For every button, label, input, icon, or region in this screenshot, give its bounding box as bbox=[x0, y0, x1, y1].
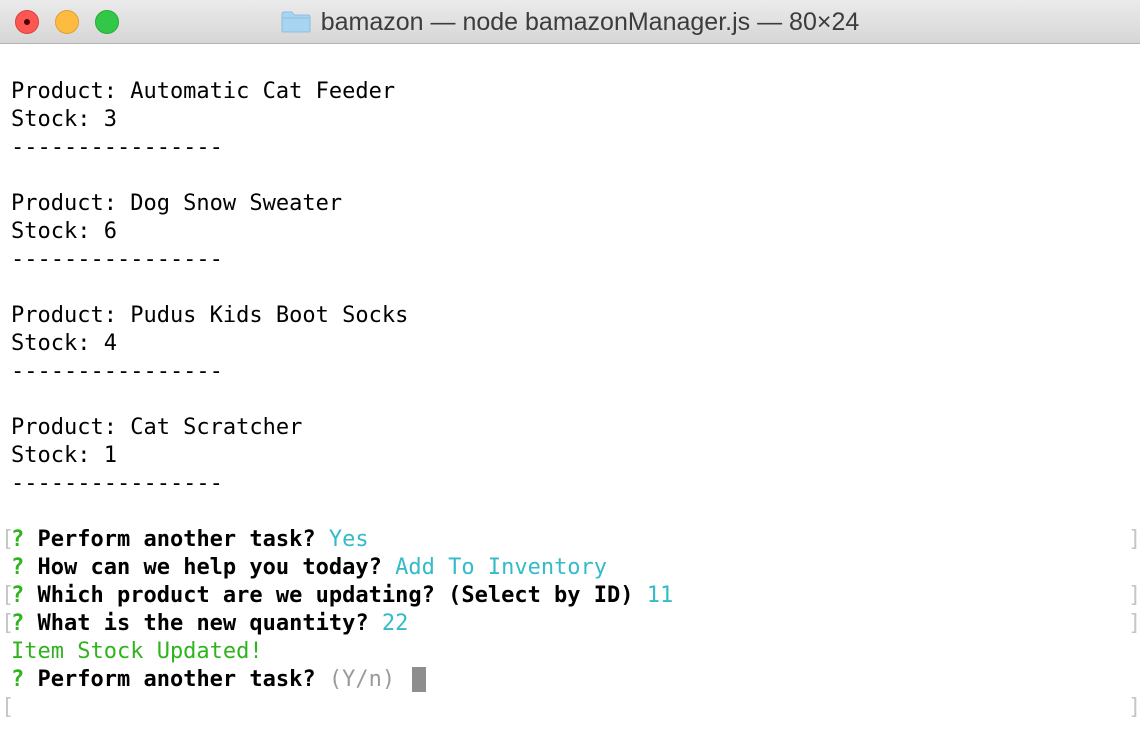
prompt-mark: ? bbox=[11, 583, 25, 608]
product-separator: ---------------- bbox=[11, 135, 223, 160]
line-bracket-right: ] bbox=[1128, 527, 1140, 552]
prompt-question: Which product are we updating? (Select b… bbox=[37, 583, 634, 608]
prompt-line: ? Perform another task? Yes bbox=[11, 526, 369, 554]
product-separator: ---------------- bbox=[11, 471, 223, 496]
prompt-mark: ? bbox=[11, 555, 25, 580]
window-title: bamazon — node bamazonManager.js — 80×24 bbox=[320, 7, 860, 36]
title-bar[interactable]: bamazon — node bamazonManager.js — 80×24 bbox=[0, 0, 1140, 44]
product-separator: ---------------- bbox=[11, 359, 223, 384]
line-bracket-right: ] bbox=[1128, 583, 1140, 608]
prompt-answer: Yes bbox=[328, 527, 369, 552]
line-bracket-right: ] bbox=[1128, 611, 1140, 636]
line-bracket-right: ] bbox=[1128, 695, 1140, 720]
prompt-mark: ? bbox=[11, 527, 25, 552]
product-name-line: Product: Cat Scratcher bbox=[11, 415, 303, 440]
product-name-line: Product: Pudus Kids Boot Socks bbox=[11, 303, 409, 328]
product-separator: ---------------- bbox=[11, 247, 223, 272]
prompt-line: ? How can we help you today? Add To Inve… bbox=[11, 554, 607, 582]
success-message: Item Stock Updated! bbox=[11, 639, 263, 664]
prompt-line: ? Which product are we updating? (Select… bbox=[11, 582, 673, 610]
terminal-cursor[interactable] bbox=[412, 667, 427, 692]
product-stock-line: Stock: 6 bbox=[11, 219, 117, 244]
prompt-answer: 11 bbox=[646, 583, 674, 608]
prompt-hint: (Y/n) bbox=[328, 667, 396, 692]
product-stock-line: Stock: 4 bbox=[11, 331, 117, 356]
terminal-output[interactable]: Product: Automatic Cat Feeder Stock: 3 -… bbox=[0, 44, 1140, 732]
product-stock-line: Stock: 3 bbox=[11, 107, 117, 132]
prompt-question: Perform another task? bbox=[37, 527, 316, 552]
product-name-line: Product: Dog Snow Sweater bbox=[11, 191, 343, 216]
prompt-answer: 22 bbox=[381, 611, 409, 636]
product-stock-line: Stock: 1 bbox=[11, 443, 117, 468]
prompt-question: What is the new quantity? bbox=[37, 611, 369, 636]
prompt-question: How can we help you today? bbox=[37, 555, 382, 580]
prompt-mark: ? bbox=[11, 667, 25, 692]
line-bracket-left: [ bbox=[1, 695, 15, 720]
product-name-line: Product: Automatic Cat Feeder bbox=[11, 79, 396, 104]
window-title-group: bamazon — node bamazonManager.js — 80×24 bbox=[0, 0, 1140, 44]
folder-icon bbox=[281, 11, 311, 33]
prompt-line: ? What is the new quantity? 22 bbox=[11, 610, 408, 638]
prompt-mark: ? bbox=[11, 611, 25, 636]
current-prompt-line: ? Perform another task? (Y/n) bbox=[11, 666, 427, 694]
terminal-window: bamazon — node bamazonManager.js — 80×24… bbox=[0, 0, 1140, 732]
prompt-question: Perform another task? bbox=[37, 667, 316, 692]
prompt-answer: Add To Inventory bbox=[395, 555, 608, 580]
